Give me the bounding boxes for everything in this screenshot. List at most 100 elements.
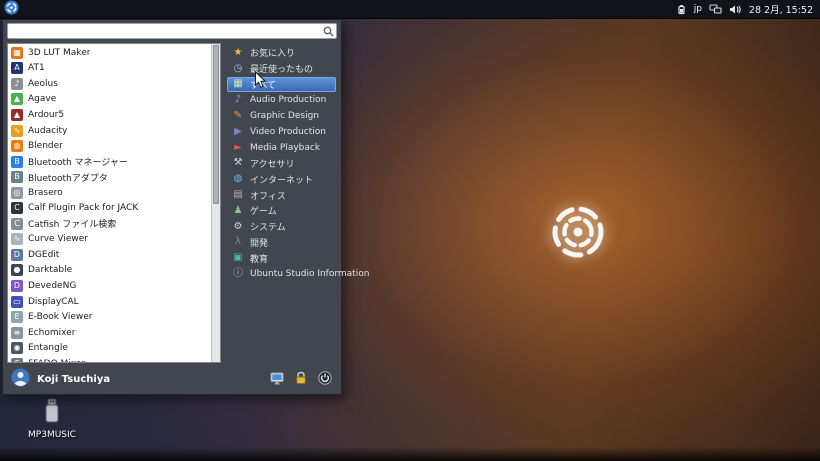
category-item[interactable]: ▦すべて <box>227 76 336 93</box>
category-item[interactable]: λ 開発 <box>227 235 336 251</box>
app-label: E-Book Viewer <box>28 312 93 323</box>
category-item[interactable]: ⚙ システム <box>227 219 336 235</box>
darktable-icon: ● <box>11 264 23 277</box>
screen: MP3MUSIC jp 28 2月, 15:52 ▦ 3D LUT Maker … <box>0 0 820 461</box>
category-list: ★ お気に入り◷最近使ったもの▦すべて♪ Audio Production ✎ Grap… <box>227 45 369 282</box>
agave-icon: ▲ <box>11 93 23 106</box>
office-icon: ▤ <box>233 189 243 201</box>
app-list-item[interactable]: ● Darktable <box>8 263 211 279</box>
catfish-icon: C <box>11 217 23 230</box>
favorites-star-icon: ★ <box>233 46 243 58</box>
internet-globe-icon: ◍ <box>233 173 243 185</box>
category-item[interactable]: ◷ 最近使ったもの <box>227 61 336 77</box>
curve-viewer-icon: ∿ <box>11 233 23 246</box>
app-panel: ▦ 3D LUT Maker A AT1 ♪ Aeolus ▲ Agave ▲ Ardour5 ∿ A… <box>7 43 221 363</box>
app-list-item[interactable]: ◎ Brasero <box>8 185 211 201</box>
category-label: 開発 <box>250 238 269 249</box>
user-avatar <box>11 368 30 391</box>
keyboard-layout-indicator[interactable]: jp <box>694 4 702 14</box>
app-list-item[interactable]: B Bluetoothアダプタ <box>8 169 211 185</box>
network-icon[interactable] <box>709 3 722 15</box>
app-label: Bluetooth マネージャー <box>28 158 128 169</box>
app-label: Aeolus <box>28 78 58 89</box>
app-list-item[interactable]: D DGEdit <box>8 247 211 263</box>
app-label: Curve Viewer <box>28 234 89 245</box>
desktop-icon-mp3music[interactable]: MP3MUSIC <box>14 398 90 440</box>
ubuntu-studio-info-icon: ⓘ <box>233 268 243 280</box>
app-list-item[interactable]: ▭ DisplayCAL <box>8 294 211 310</box>
category-item[interactable]: ▤ オフィス <box>227 187 336 203</box>
category-label: 教育 <box>250 254 269 265</box>
app-label: DGEdit <box>28 249 60 260</box>
category-item[interactable]: ▶ Video Production <box>227 124 336 140</box>
power-button[interactable] <box>316 371 333 388</box>
category-label: Graphic Design <box>250 111 319 122</box>
power-icon <box>317 371 332 388</box>
scrollbar-thumb[interactable] <box>213 45 219 204</box>
app-list-item[interactable]: ♪ Aeolus <box>8 76 211 92</box>
app-label: DevedeNG <box>28 280 77 291</box>
app-label: Catfish ファイル検索 <box>28 220 117 231</box>
category-item[interactable]: ★ お気に入り <box>227 45 336 61</box>
app-list-item[interactable]: ◉ Entangle <box>8 340 211 356</box>
panel-clock[interactable]: 28 2月, 15:52 <box>749 2 813 16</box>
graphic-design-icon: ✎ <box>233 110 243 122</box>
app-list-item[interactable]: A AT1 <box>8 61 211 77</box>
category-item[interactable]: ⓘ Ubuntu Studio Information <box>227 266 369 282</box>
app-label: Audacity <box>28 125 68 136</box>
media-playback-icon: ► <box>234 141 242 153</box>
app-list-item[interactable]: ∿ Curve Viewer <box>8 232 211 248</box>
app-label: Ardour5 <box>28 109 65 120</box>
lock-screen-button[interactable] <box>292 371 309 388</box>
username: Koji Tsuchiya <box>37 374 111 385</box>
search-input[interactable] <box>8 25 320 37</box>
app-list-item[interactable]: ∿ Audacity <box>8 123 211 139</box>
displaycal-icon: ▭ <box>11 295 23 308</box>
system-gear-icon: ⚙ <box>233 220 243 232</box>
echomixer-icon: ≡ <box>11 326 23 339</box>
category-label: Ubuntu Studio Information <box>250 269 370 280</box>
audacity-icon: ∿ <box>11 124 23 137</box>
app-label: Darktable <box>28 265 73 276</box>
brasero-icon: ◎ <box>11 186 23 199</box>
app-label: Bluetoothアダプタ <box>28 173 108 184</box>
category-label: インターネット <box>250 175 314 186</box>
app-list-scrollbar[interactable] <box>211 44 220 362</box>
applications-menu-button[interactable] <box>0 0 22 19</box>
category-item[interactable]: ♪ Audio Production <box>227 92 336 108</box>
app-list-item[interactable]: F FFADO Mixer <box>8 356 211 362</box>
recent-clock-icon: ◷ <box>233 62 243 74</box>
app-list-item[interactable]: ▲ Agave <box>8 92 211 108</box>
app-list-item[interactable]: B Bluetooth マネージャー <box>8 154 211 170</box>
app-list-item[interactable]: ▦ 3D LUT Maker <box>8 45 211 61</box>
bluetooth-manager-icon: B <box>11 155 23 168</box>
top-panel: jp 28 2月, 15:52 <box>0 0 820 19</box>
power-manager-icon[interactable] <box>676 4 687 15</box>
blender-icon: ◍ <box>11 140 23 153</box>
3d-lut-maker-icon: ▦ <box>11 46 23 59</box>
app-list-item[interactable]: ≡ Echomixer <box>8 325 211 341</box>
app-list-item[interactable]: E E-Book Viewer <box>8 309 211 325</box>
app-list-item[interactable]: C Calf Plugin Pack for JACK <box>8 200 211 216</box>
category-label: アクセサリ <box>250 159 295 170</box>
category-item[interactable]: ◍ インターネット <box>227 171 336 187</box>
app-label: DisplayCAL <box>28 296 79 307</box>
app-list-item[interactable]: C Catfish ファイル検索 <box>8 216 211 232</box>
category-item[interactable]: ♟ ゲーム <box>227 203 336 219</box>
app-list-item[interactable]: D DevedeNG <box>8 278 211 294</box>
app-list-item[interactable]: ◍ Blender <box>8 138 211 154</box>
category-item[interactable]: ▣ 教育 <box>227 250 336 266</box>
category-item[interactable]: ► Media Playback <box>227 140 336 156</box>
app-list: ▦ 3D LUT Maker A AT1 ♪ Aeolus ▲ Agave ▲ Ardour5 ∿ A… <box>8 44 211 362</box>
category-label: Media Playback <box>250 142 321 153</box>
category-label: Audio Production <box>250 95 327 106</box>
category-item[interactable]: ⚒ アクセサリ <box>227 156 336 172</box>
app-list-item[interactable]: ▲ Ardour5 <box>8 107 211 123</box>
volume-icon[interactable] <box>729 4 742 15</box>
settings-button[interactable] <box>268 371 285 388</box>
education-icon: ▣ <box>233 252 243 264</box>
category-item[interactable]: ✎ Graphic Design <box>227 108 336 124</box>
desktop-icon-label: MP3MUSIC <box>28 430 76 440</box>
category-label: お気に入り <box>250 49 296 60</box>
settings-display-icon <box>270 372 284 388</box>
